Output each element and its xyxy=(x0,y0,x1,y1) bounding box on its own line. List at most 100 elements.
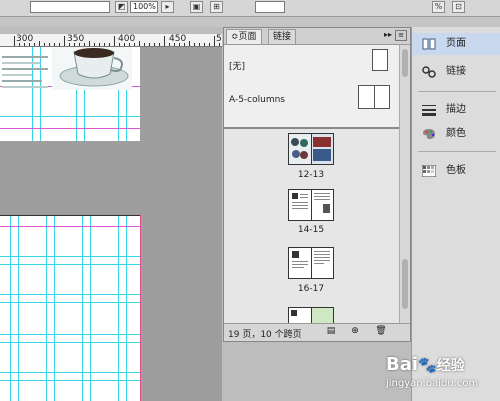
ruler-tick xyxy=(84,43,85,46)
page-thumbnail[interactable] xyxy=(311,134,333,164)
percent-icon[interactable]: % xyxy=(432,1,445,13)
page-count-text: 19 页，10 个跨页 xyxy=(228,330,302,340)
ruler-tick xyxy=(194,43,195,46)
column-guide xyxy=(118,216,119,401)
watermark-url: jingyan.baidu.com xyxy=(386,378,479,389)
ruler-tick xyxy=(189,41,190,46)
master-a-label[interactable]: A-5-columns xyxy=(229,95,285,105)
row-guide xyxy=(0,302,140,303)
column-guide xyxy=(126,216,127,401)
pages-scrollbar[interactable] xyxy=(399,45,410,325)
coffee-cup-image[interactable] xyxy=(52,46,132,90)
column-guide xyxy=(18,216,19,401)
ruler-tick xyxy=(79,43,80,46)
row-guide xyxy=(0,256,140,257)
ruler-tick xyxy=(199,43,200,46)
page-thumbnail[interactable] xyxy=(289,134,311,164)
dock-item-stroke[interactable]: 描边 xyxy=(412,99,500,121)
masters-section: [无] A-5-columns xyxy=(224,45,400,129)
lower-page[interactable] xyxy=(0,215,141,401)
ruler-tick xyxy=(109,43,110,46)
pages-scroll-thumb[interactable] xyxy=(402,259,408,309)
ruler-tick xyxy=(49,43,50,46)
panel-menu-icon[interactable]: ≡ xyxy=(395,30,407,41)
pages-icon xyxy=(422,38,436,50)
dock-item-links[interactable]: 链接 xyxy=(412,61,500,83)
page-thumbnail[interactable] xyxy=(289,190,311,220)
page-thumbnail[interactable] xyxy=(311,308,333,323)
column-field[interactable] xyxy=(255,1,285,13)
column-guide xyxy=(82,216,83,401)
margin-guide xyxy=(0,128,140,129)
ruler-tick xyxy=(24,43,25,46)
ruler-tick xyxy=(64,36,65,46)
watermark-brand-text: Bai xyxy=(386,354,419,375)
watermark-brand: Bai🐾经验 xyxy=(386,354,465,375)
wrap-icon[interactable]: ⊡ xyxy=(452,1,465,13)
ruler-tick xyxy=(59,43,60,46)
pages-panel[interactable]: ≎页面 链接 ▸▸ ≡ [无] A-5-columns 12-13 14-15 … xyxy=(223,27,411,342)
paw-icon: 🐾 xyxy=(418,356,437,374)
dock-item-color[interactable]: 颜色 xyxy=(412,123,500,145)
row-guide xyxy=(0,116,140,117)
ruler-tick xyxy=(39,41,40,46)
spread-label: 16-17 xyxy=(297,284,325,294)
panel-tab-bar: ≎页面 链接 ▸▸ ≡ xyxy=(224,28,410,45)
trash-icon[interactable]: 🗑 xyxy=(374,326,388,337)
spread-thumbnail[interactable] xyxy=(288,133,334,165)
ruler-tick xyxy=(179,43,180,46)
ruler-tick xyxy=(54,43,55,46)
ruler-tick xyxy=(219,43,220,46)
ruler-tick xyxy=(14,36,15,46)
column-guide xyxy=(90,216,91,401)
page-thumbnail[interactable] xyxy=(311,248,333,278)
stroke-icon[interactable]: ◩ xyxy=(115,1,128,13)
stroke-weight-field[interactable] xyxy=(30,1,110,13)
new-page-icon[interactable]: ⊕ xyxy=(348,326,362,337)
ruler-tick xyxy=(89,41,90,46)
spread-thumbnail[interactable] xyxy=(288,189,334,221)
page-thumbnail[interactable] xyxy=(289,308,311,323)
ruler-number: 400 xyxy=(118,34,136,44)
dock-item-pages[interactable]: 页面 xyxy=(412,33,500,55)
column-guide xyxy=(54,216,55,401)
ruler-tick xyxy=(139,41,140,46)
document-canvas[interactable] xyxy=(0,34,222,401)
master-a-thumbnail[interactable] xyxy=(358,85,390,109)
tab-links[interactable]: 链接 xyxy=(268,29,297,44)
ruler-tick xyxy=(154,43,155,46)
collapse-arrows-icon[interactable]: ▸▸ xyxy=(384,30,392,39)
panel-status-bar: 19 页，10 个跨页 ▤ ⊕ 🗑 xyxy=(224,323,410,341)
ruler-tick xyxy=(94,43,95,46)
ruler-tick xyxy=(204,43,205,46)
ruler-tick xyxy=(184,43,185,46)
toolbar-gap xyxy=(0,17,500,27)
links-icon xyxy=(422,66,436,78)
ruler-tick xyxy=(214,36,215,46)
bleed-guide xyxy=(140,215,141,401)
spread-thumbnail[interactable] xyxy=(288,307,334,323)
pages-section: 12-13 14-15 16-17 xyxy=(224,129,400,323)
frame-fitting-icon[interactable]: ▣ xyxy=(190,1,203,13)
row-guide xyxy=(0,342,140,343)
dock-item-swatches[interactable]: 色板 xyxy=(412,160,500,182)
dock-pages-label: 页面 xyxy=(446,38,466,49)
tab-pages[interactable]: ≎页面 xyxy=(226,29,262,44)
page-thumbnail[interactable] xyxy=(289,248,311,278)
ruler-tick xyxy=(104,43,105,46)
master-none-label[interactable]: [无] xyxy=(229,59,245,72)
spread-thumbnail[interactable] xyxy=(288,247,334,279)
align-icon[interactable]: ⊞ xyxy=(210,1,223,13)
zoom-input[interactable]: 100% xyxy=(130,1,158,13)
upper-page[interactable] xyxy=(0,46,140,141)
body-text-block[interactable] xyxy=(2,52,48,108)
stroke-icon xyxy=(422,105,436,116)
master-none-thumbnail[interactable] xyxy=(372,49,388,71)
ruler-tick xyxy=(134,43,135,46)
horizontal-ruler[interactable]: 300 350 400 450 5 xyxy=(0,34,222,47)
masters-scroll-thumb[interactable] xyxy=(402,49,408,77)
page-thumbnail[interactable] xyxy=(311,190,333,220)
watermark-brand-tail: 经验 xyxy=(436,358,465,374)
zoom-stepper-icon[interactable]: ▸ xyxy=(161,1,174,13)
page-size-icon[interactable]: ▤ xyxy=(324,326,338,337)
